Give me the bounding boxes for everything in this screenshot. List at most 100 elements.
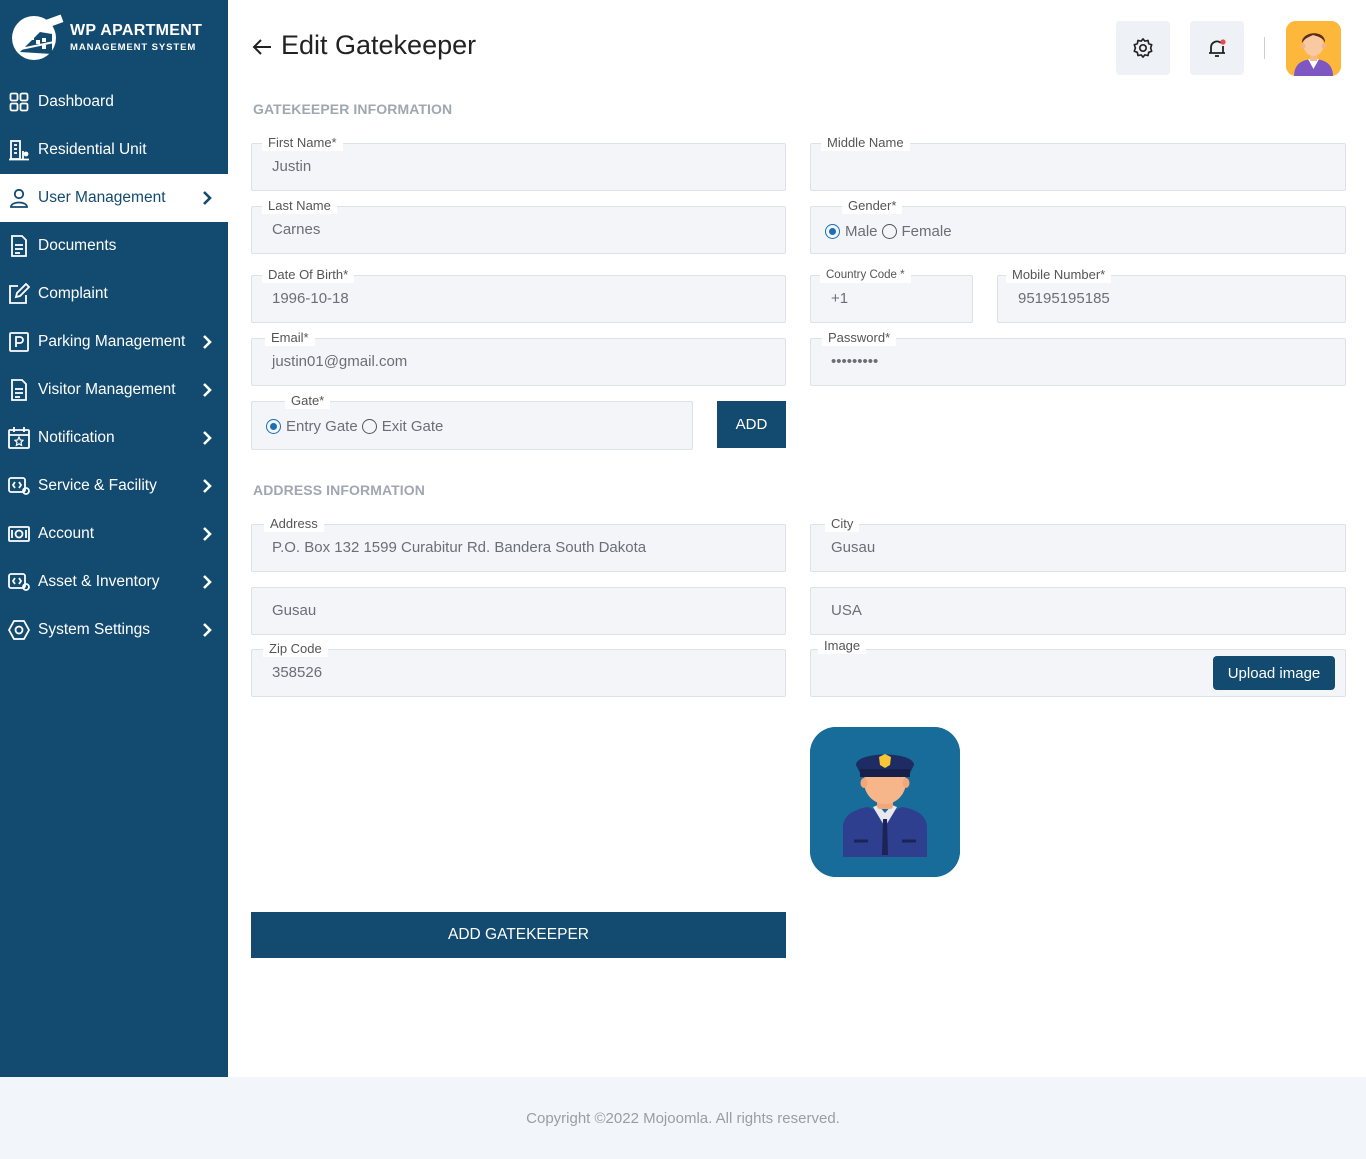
country-code-value[interactable]: +1: [831, 290, 976, 307]
gender-male-label[interactable]: Male: [845, 223, 878, 240]
settings-button[interactable]: [1116, 21, 1170, 75]
gate-label: Gate*: [285, 393, 331, 409]
dob-value[interactable]: 1996-10-18: [272, 290, 752, 307]
gender-field: Gender* Male Female: [810, 198, 1346, 254]
exit-gate-radio[interactable]: [361, 419, 377, 434]
avatar[interactable]: [1286, 21, 1341, 76]
country-value[interactable]: USA: [831, 602, 1312, 619]
apartment-logo-icon: [10, 14, 68, 62]
sidebar-item-label: Residential Unit: [38, 141, 147, 158]
state-field[interactable]: Gusau: [251, 587, 786, 635]
email-label: Email*: [265, 330, 315, 346]
sidebar-item-label: Dashboard: [38, 93, 114, 110]
exit-gate-label[interactable]: Exit Gate: [382, 418, 444, 435]
first-name-value[interactable]: Justin: [272, 158, 752, 175]
page-title: Edit Gatekeeper: [281, 30, 477, 60]
sidebar-item-service-facility[interactable]: Service & Facility: [0, 462, 228, 510]
gender-male-radio[interactable]: [825, 224, 840, 239]
calendar-star-icon: [8, 427, 30, 449]
sidebar-item-account[interactable]: Account: [0, 510, 228, 558]
email-value[interactable]: justin01@gmail.com: [272, 353, 752, 370]
brand[interactable]: WP APARTMENT MANAGEMENT SYSTEM: [10, 14, 202, 62]
chevron-right-icon: [203, 527, 212, 541]
mobile-number-value[interactable]: 95195195185: [1018, 290, 1330, 307]
upload-image-button[interactable]: Upload image: [1213, 656, 1335, 690]
visitor-document-icon: [8, 379, 30, 401]
parking-icon: [8, 331, 30, 353]
country-code-label: Country Code *: [820, 267, 911, 283]
gate-radio-group: Entry Gate Exit Gate: [266, 418, 447, 435]
sidebar-item-system-settings[interactable]: System Settings: [0, 606, 228, 654]
address-section-title: ADDRESS INFORMATION: [253, 482, 425, 498]
image-field: Image Upload image: [810, 638, 1346, 697]
gatekeeper-image-preview: [810, 727, 960, 877]
chevron-right-icon: [203, 479, 212, 493]
sidebar-item-residential-unit[interactable]: Residential Unit: [0, 126, 228, 174]
sidebar-item-label: User Management: [38, 189, 166, 206]
middle-name-field[interactable]: Middle Name: [810, 135, 1346, 191]
city-label: City: [825, 516, 860, 532]
gatekeeper-section-title: GATEKEEPER INFORMATION: [253, 101, 453, 117]
sidebar-item-complaint[interactable]: Complaint: [0, 270, 228, 318]
state-value[interactable]: Gusau: [272, 602, 752, 619]
address-field[interactable]: Address P.O. Box 132 1599 Curabitur Rd. …: [251, 516, 786, 572]
password-value[interactable]: •••••••••: [831, 353, 1312, 370]
address-value[interactable]: P.O. Box 132 1599 Curabitur Rd. Bandera …: [272, 539, 752, 556]
sidebar-item-notification[interactable]: Notification: [0, 414, 228, 462]
brand-subtitle: MANAGEMENT SYSTEM: [70, 42, 197, 54]
country-field[interactable]: USA: [810, 587, 1346, 635]
gender-female-label[interactable]: Female: [902, 223, 952, 240]
entry-gate-radio[interactable]: [266, 419, 281, 434]
add-gatekeeper-button[interactable]: ADD GATEKEEPER: [251, 912, 786, 958]
gender-radio-group: Male Female: [825, 223, 956, 240]
sidebar-item-documents[interactable]: Documents: [0, 222, 228, 270]
dob-label: Date Of Birth*: [262, 267, 355, 283]
first-name-field[interactable]: First Name* Justin: [251, 135, 786, 191]
middle-name-label: Middle Name: [821, 135, 910, 151]
back-arrow-icon[interactable]: [251, 36, 273, 58]
sidebar-item-parking-management[interactable]: Parking Management: [0, 318, 228, 366]
last-name-label: Last Name: [262, 198, 337, 214]
add-gate-button[interactable]: ADD: [717, 401, 786, 448]
gender-label: Gender*: [842, 198, 903, 214]
sidebar-item-label: Documents: [38, 237, 117, 254]
last-name-field[interactable]: Last Name Carnes: [251, 198, 786, 254]
email-field[interactable]: Email* justin01@gmail.com: [251, 330, 786, 386]
city-value[interactable]: Gusau: [831, 539, 1312, 556]
mobile-number-field[interactable]: Mobile Number* 95195195185: [997, 267, 1346, 323]
brand-title: WP APARTMENT: [70, 22, 203, 40]
sidebar-nav: Dashboard Residential Unit User Manageme…: [0, 78, 228, 654]
notifications-button[interactable]: [1190, 21, 1244, 75]
zip-code-field[interactable]: Zip Code 358526: [251, 641, 786, 697]
zip-code-value[interactable]: 358526: [272, 664, 752, 681]
mobile-number-label: Mobile Number*: [1006, 267, 1112, 283]
sidebar-item-dashboard[interactable]: Dashboard: [0, 78, 228, 126]
country-code-field[interactable]: Country Code * +1: [810, 267, 976, 323]
sidebar-item-label: Account: [38, 525, 95, 542]
sidebar-item-label: Complaint: [38, 285, 108, 302]
gender-female-radio[interactable]: [881, 224, 897, 239]
dob-field[interactable]: Date Of Birth* 1996-10-18: [251, 267, 786, 323]
chevron-right-icon: [203, 383, 212, 397]
settings-hex-icon: [8, 619, 30, 641]
chevron-right-icon: [203, 623, 212, 637]
footer: Copyright ©2022 Mojoomla. All rights res…: [0, 1077, 1366, 1159]
copyright-text: Copyright ©2022 Mojoomla. All rights res…: [526, 1109, 840, 1127]
header-divider: [1264, 37, 1265, 59]
last-name-value[interactable]: Carnes: [272, 221, 752, 238]
entry-gate-label[interactable]: Entry Gate: [286, 418, 358, 435]
bell-icon: [1209, 39, 1226, 57]
dashboard-grid-icon: [8, 91, 30, 113]
service-icon: [8, 475, 30, 497]
password-field[interactable]: Password* •••••••••: [810, 330, 1346, 386]
sidebar-item-visitor-management[interactable]: Visitor Management: [0, 366, 228, 414]
sidebar-item-asset-inventory[interactable]: Asset & Inventory: [0, 558, 228, 606]
first-name-label: First Name*: [262, 135, 343, 151]
address-label: Address: [264, 516, 324, 532]
sidebar-item-label: Parking Management: [38, 333, 186, 350]
sidebar-item-user-management[interactable]: User Management: [0, 174, 228, 222]
chevron-right-icon: [203, 191, 212, 205]
chevron-right-icon: [203, 575, 212, 589]
chevron-right-icon: [203, 335, 212, 349]
city-field[interactable]: City Gusau: [810, 516, 1346, 572]
